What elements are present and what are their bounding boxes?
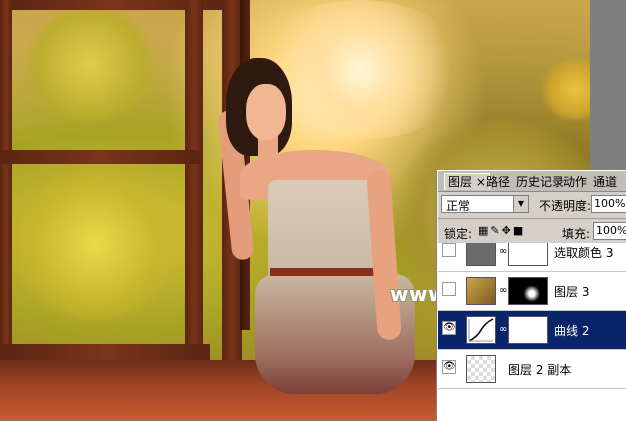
brush-icon[interactable]: ✎ [490, 224, 501, 237]
tab-channels[interactable]: 通道 [590, 174, 620, 190]
layers-list: ∞ 选取颜色 3 ∞ 图层 3 👁 ∞ 曲线 2 👁 图层 2 副本 [438, 243, 626, 421]
person-belt [270, 268, 388, 276]
blend-mode-select[interactable]: 正常 ▼ [441, 195, 529, 213]
layer-mask-thumbnail [508, 316, 548, 344]
curves-graph-icon [468, 318, 494, 342]
chain-link-icon[interactable]: ∞ [499, 285, 507, 296]
window-frame [185, 0, 203, 360]
divider [438, 218, 626, 219]
layer-name: 图层 2 副本 [508, 363, 572, 377]
lock-label: 锁定: [444, 227, 473, 241]
layer-row[interactable]: ∞ 图层 3 [438, 272, 626, 311]
eye-icon[interactable] [442, 282, 456, 296]
eye-icon[interactable]: 👁 [442, 360, 456, 374]
layer-thumbnail [466, 355, 496, 383]
eye-icon[interactable] [442, 243, 456, 257]
curves-thumbnail [466, 316, 496, 344]
opacity-label: 不透明度: [539, 199, 592, 213]
chain-link-icon[interactable]: ∞ [499, 324, 507, 335]
layer-thumbnail [466, 277, 496, 305]
window-frame [0, 344, 210, 360]
foliage [540, 60, 590, 120]
tab-actions[interactable]: 动作 [560, 174, 590, 190]
opacity-input[interactable]: 100% [591, 195, 626, 213]
window-frame [0, 150, 200, 164]
layers-panel: 图层 × 路径 历史记录 动作 通道 正常 ▼ 不透明度: 100% 锁定: ▦… [437, 170, 626, 421]
panel-tabs: 图层 × 路径 历史记录 动作 通道 [438, 171, 626, 192]
fill-label: 填充: [562, 227, 591, 241]
layer-name: 曲线 2 [554, 324, 590, 338]
chain-link-icon[interactable]: ∞ [499, 246, 507, 257]
window-frame [0, 0, 12, 360]
layer-mask-thumbnail [508, 243, 548, 266]
layer-row[interactable]: 👁 图层 2 副本 [438, 350, 626, 389]
layer-row[interactable]: ∞ 选取颜色 3 [438, 243, 626, 272]
lock-options: ▦✎✥■ [478, 224, 525, 237]
foliage [10, 170, 180, 320]
lock-icon[interactable]: ■ [513, 224, 525, 237]
fill-input[interactable]: 100% [593, 222, 626, 240]
lock-transparency-icon[interactable]: ▦ [478, 224, 490, 237]
layer-mask-thumbnail [508, 277, 548, 305]
adjustment-thumbnail [466, 243, 496, 266]
foliage [20, 10, 160, 120]
chevron-down-icon[interactable]: ▼ [513, 196, 528, 212]
move-icon[interactable]: ✥ [502, 224, 513, 237]
eye-icon[interactable]: 👁 [442, 321, 456, 335]
layer-name: 图层 3 [554, 285, 590, 299]
person-face [246, 84, 286, 140]
tab-paths[interactable]: 路径 [483, 174, 513, 190]
tab-history[interactable]: 历史记录 [513, 174, 567, 190]
layer-name: 选取颜色 3 [554, 246, 614, 260]
layer-row-selected[interactable]: 👁 ∞ 曲线 2 [438, 311, 626, 350]
